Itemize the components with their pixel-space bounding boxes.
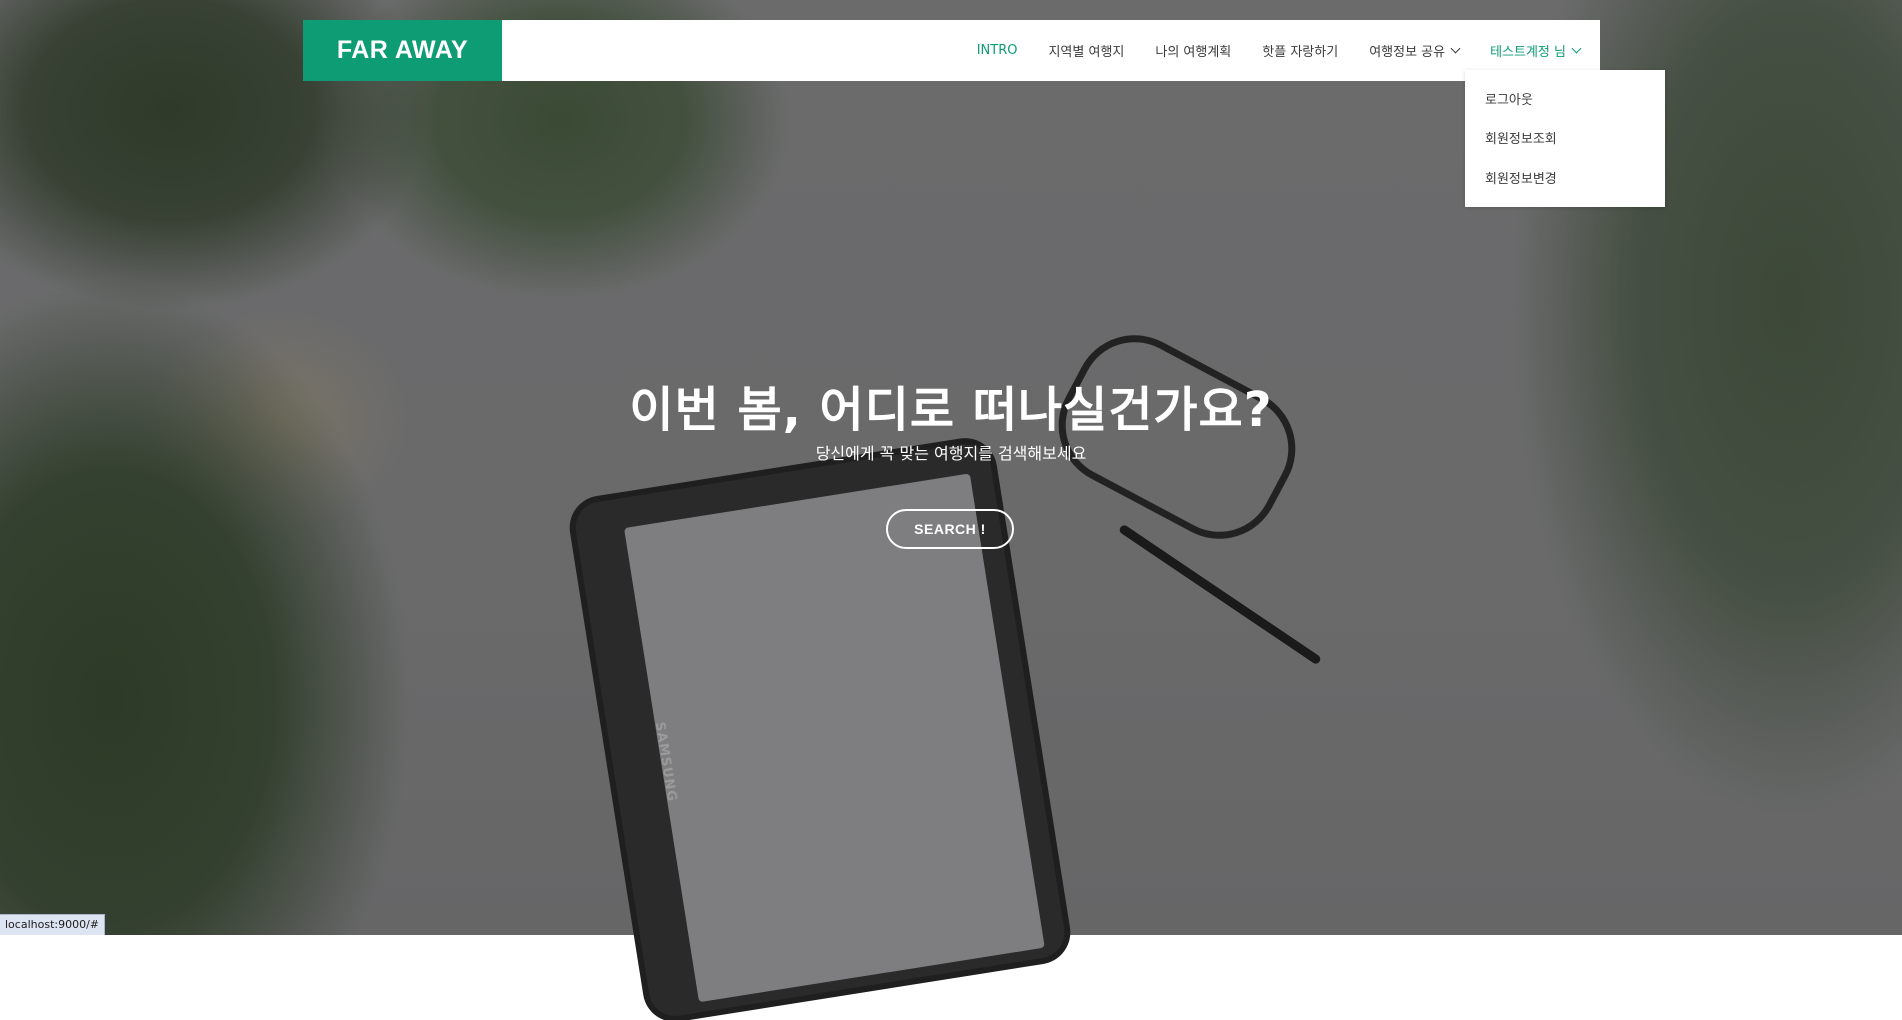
nav-item-hotplace-showcase[interactable]: 핫플 자랑하기 <box>1262 41 1338 60</box>
nav-item-intro[interactable]: INTRO <box>977 43 1018 58</box>
nav-item-regional-destinations[interactable]: 지역별 여행지 <box>1048 41 1124 60</box>
nav-item-label: 핫플 자랑하기 <box>1262 41 1338 60</box>
nav-item-travel-info-share[interactable]: 여행정보 공유 <box>1369 41 1459 60</box>
status-bar-url: localhost:9000/# <box>0 914 105 935</box>
menu-item-view-profile[interactable]: 회원정보조회 <box>1485 128 1557 147</box>
menu-item-logout[interactable]: 로그아웃 <box>1485 89 1533 108</box>
nav-item-my-travel-plan[interactable]: 나의 여행계획 <box>1155 41 1231 60</box>
nav-item-label: 테스트계정 님 <box>1490 41 1566 60</box>
tablet-screen <box>624 473 1045 1002</box>
nav-item-label: 여행정보 공유 <box>1369 41 1445 60</box>
site-logo[interactable]: FAR AWAY <box>303 20 502 81</box>
chevron-down-icon <box>1572 44 1582 54</box>
user-dropdown-menu: 로그아웃 회원정보조회 회원정보변경 <box>1465 70 1665 207</box>
top-navbar: FAR AWAY INTRO 지역별 여행지 나의 여행계획 핫플 자랑하기 여… <box>303 20 1600 81</box>
search-button[interactable]: SEARCH ! <box>886 509 1014 549</box>
nav-item-user-account[interactable]: 테스트계정 님 <box>1490 41 1580 60</box>
hero-title: 이번 봄, 어디로 떠나실건가요? <box>0 370 1902 440</box>
hero-subtitle: 당신에게 꼭 맞는 여행지를 검색해보세요 <box>0 440 1902 464</box>
nav-item-label: INTRO <box>977 43 1018 58</box>
pen-image <box>1118 524 1322 666</box>
nav-item-label: 나의 여행계획 <box>1155 41 1231 60</box>
nav-item-label: 지역별 여행지 <box>1048 41 1124 60</box>
menu-item-edit-profile[interactable]: 회원정보변경 <box>1485 168 1557 187</box>
chevron-down-icon <box>1451 44 1461 54</box>
